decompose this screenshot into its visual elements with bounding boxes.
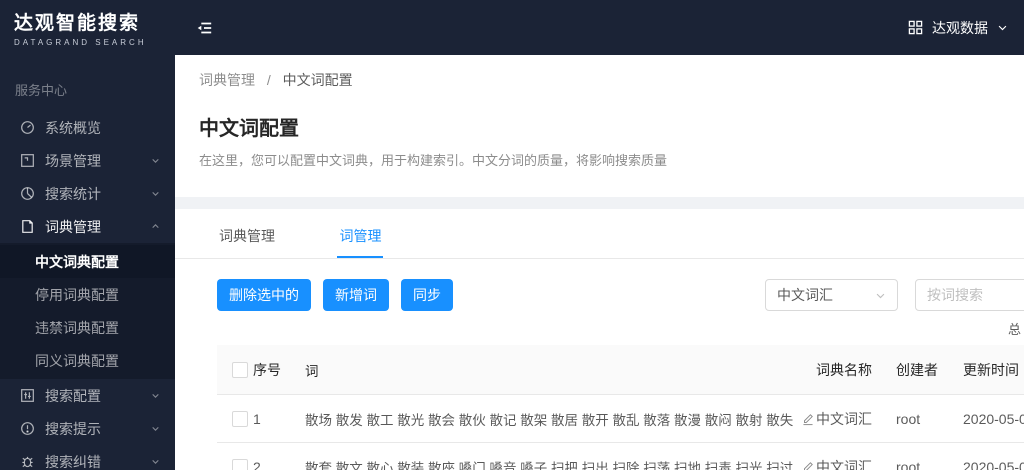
book-icon — [20, 219, 35, 234]
dictionary-select[interactable]: 中文词汇 — [765, 279, 898, 311]
add-word-button[interactable]: 新增词 — [323, 279, 389, 311]
chevron-down-icon — [151, 189, 160, 198]
row-updated: 2020-05-06 — [963, 458, 1024, 470]
column-header-index: 序号 — [253, 361, 281, 378]
dashboard-icon — [20, 120, 35, 135]
column-header-word: 词 — [305, 363, 319, 379]
sidebar-item-label: 场景管理 — [45, 152, 101, 169]
sidebar: 服务中心 系统概览 场景管理 搜索统计 词典管理 中文词典配置 停用词典配置 违… — [0, 55, 175, 470]
row-checkbox[interactable] — [232, 410, 248, 427]
row-creator: root — [896, 410, 921, 427]
edit-icon[interactable] — [801, 412, 815, 426]
logo-title: 达观智能搜索 — [14, 13, 141, 34]
sidebar-item-stopword-dict-config[interactable]: 停用词典配置 — [0, 278, 175, 311]
logo-subtitle: DATAGRAND SEARCH — [14, 38, 147, 47]
row-checkbox[interactable] — [232, 458, 248, 470]
pie-chart-icon — [20, 186, 35, 201]
sync-button[interactable]: 同步 — [401, 279, 453, 311]
total-count-text: 总 — [1008, 322, 1022, 337]
breadcrumb-parent[interactable]: 词典管理 — [199, 72, 255, 88]
exclamation-icon — [20, 421, 35, 436]
top-header: 达观智能搜索 DATAGRAND SEARCH 达观数据 — [0, 0, 1024, 55]
sidebar-item-overview[interactable]: 系统概览 — [0, 111, 175, 144]
edit-icon[interactable] — [801, 460, 815, 470]
breadcrumb-separator: / — [266, 72, 271, 88]
column-header-updated: 更新时间 — [963, 361, 1019, 378]
row-dict-name: 中文词汇 — [816, 458, 872, 470]
chevron-down-icon — [997, 22, 1008, 33]
chevron-up-icon — [151, 222, 160, 231]
breadcrumb: 词典管理 / 中文词配置 — [199, 70, 1000, 90]
sidebar-item-label: 搜索纠错 — [45, 453, 101, 470]
org-switcher[interactable]: 达观数据 — [908, 18, 1008, 38]
dict-submenu: 中文词典配置 停用词典配置 违禁词典配置 同义词典配置 — [0, 243, 175, 379]
sidebar-item-synonym-dict-config[interactable]: 同义词典配置 — [0, 344, 175, 377]
tab-dict-management[interactable]: 词典管理 — [217, 209, 277, 258]
breadcrumb-current: 中文词配置 — [282, 72, 353, 88]
chevron-down-icon — [151, 457, 160, 466]
dictionary-select-value: 中文词汇 — [777, 287, 833, 303]
word-table: 序号 词 词典名称 创建者 更新时间 1 散场 散发 散工 散光 散会 散伙 散… — [217, 345, 1024, 470]
page-description: 在这里，您可以配置中文词典，用于构建索引。中文分词的质量，将影响搜索质量 — [199, 153, 668, 168]
menu-fold-icon[interactable] — [195, 19, 213, 37]
sidebar-item-dict-management[interactable]: 词典管理 — [0, 210, 175, 243]
sidebar-item-search-tips[interactable]: 搜索提示 — [0, 412, 175, 445]
app-grid-icon — [908, 20, 923, 35]
sidebar-item-label: 搜索提示 — [45, 420, 101, 437]
sidebar-item-search-stats[interactable]: 搜索统计 — [0, 177, 175, 210]
select-all-checkbox[interactable] — [232, 361, 248, 378]
column-header-dict: 词典名称 — [816, 361, 872, 378]
chevron-down-icon — [151, 391, 160, 400]
chevron-down-icon — [151, 156, 160, 165]
table-header-row: 序号 词 词典名称 创建者 更新时间 — [217, 345, 1024, 395]
row-creator: root — [896, 458, 921, 470]
row-updated: 2020-05-06 — [963, 410, 1024, 427]
toolbar: 删除选中的 新增词 同步 — [217, 279, 453, 311]
row-dict-name: 中文词汇 — [816, 410, 872, 427]
sidebar-item-label: 系统概览 — [45, 119, 101, 136]
sidebar-item-search-config[interactable]: 搜索配置 — [0, 379, 175, 412]
sidebar-item-search-correction[interactable]: 搜索纠错 — [0, 445, 175, 470]
row-words: 散场 散发 散工 散光 散会 散伙 散记 散架 散居 散开 散乱 散落 散漫 散… — [305, 412, 794, 428]
tab-bar: 词典管理 词管理 — [175, 209, 1024, 259]
sidebar-item-label: 词典管理 — [45, 218, 101, 235]
sidebar-item-label: 搜索统计 — [45, 185, 101, 202]
sidebar-item-banned-dict-config[interactable]: 违禁词典配置 — [0, 311, 175, 344]
row-words: 散套 散文 散心 散装 散座 嗓门 嗓音 嗓子 扫把 扫出 扫除 扫荡 扫地 扫… — [305, 460, 794, 470]
column-header-creator: 创建者 — [896, 361, 938, 378]
sidebar-item-chinese-dict-config[interactable]: 中文词典配置 — [0, 245, 175, 278]
row-index: 2 — [253, 458, 261, 470]
sidebar-item-scene[interactable]: 场景管理 — [0, 144, 175, 177]
sidebar-section-label: 服务中心 — [15, 83, 68, 98]
row-index: 1 — [253, 410, 261, 427]
table-row: 1 散场 散发 散工 散光 散会 散伙 散记 散架 散居 散开 散乱 散落 散漫… — [217, 395, 1024, 443]
bug-icon — [20, 454, 35, 469]
tab-word-management[interactable]: 词管理 — [337, 209, 384, 258]
page-header: 词典管理 / 中文词配置 中文词配置 在这里，您可以配置中文词典，用于构建索引。… — [175, 55, 1024, 197]
content-card: 词典管理 词管理 删除选中的 新增词 同步 中文词汇 总 序号 — [175, 209, 1024, 470]
word-search-input[interactable] — [915, 279, 1024, 311]
page-title: 中文词配置 — [199, 118, 299, 140]
chevron-down-icon — [151, 424, 160, 433]
chevron-down-icon — [875, 290, 886, 301]
table-row: 2 散套 散文 散心 散装 散座 嗓门 嗓音 嗓子 扫把 扫出 扫除 扫荡 扫地… — [217, 443, 1024, 470]
scene-icon — [20, 153, 35, 168]
sidebar-item-label: 搜索配置 — [45, 387, 101, 404]
control-icon — [20, 388, 35, 403]
app-window: 达观智能搜索 DATAGRAND SEARCH 达观数据 服务中心 系统概览 场… — [0, 0, 1024, 470]
org-label: 达观数据 — [932, 19, 988, 36]
delete-selected-button[interactable]: 删除选中的 — [217, 279, 311, 311]
main-content: 词典管理 / 中文词配置 中文词配置 在这里，您可以配置中文词典，用于构建索引。… — [175, 55, 1024, 470]
app-logo: 达观智能搜索 DATAGRAND SEARCH — [0, 0, 175, 55]
